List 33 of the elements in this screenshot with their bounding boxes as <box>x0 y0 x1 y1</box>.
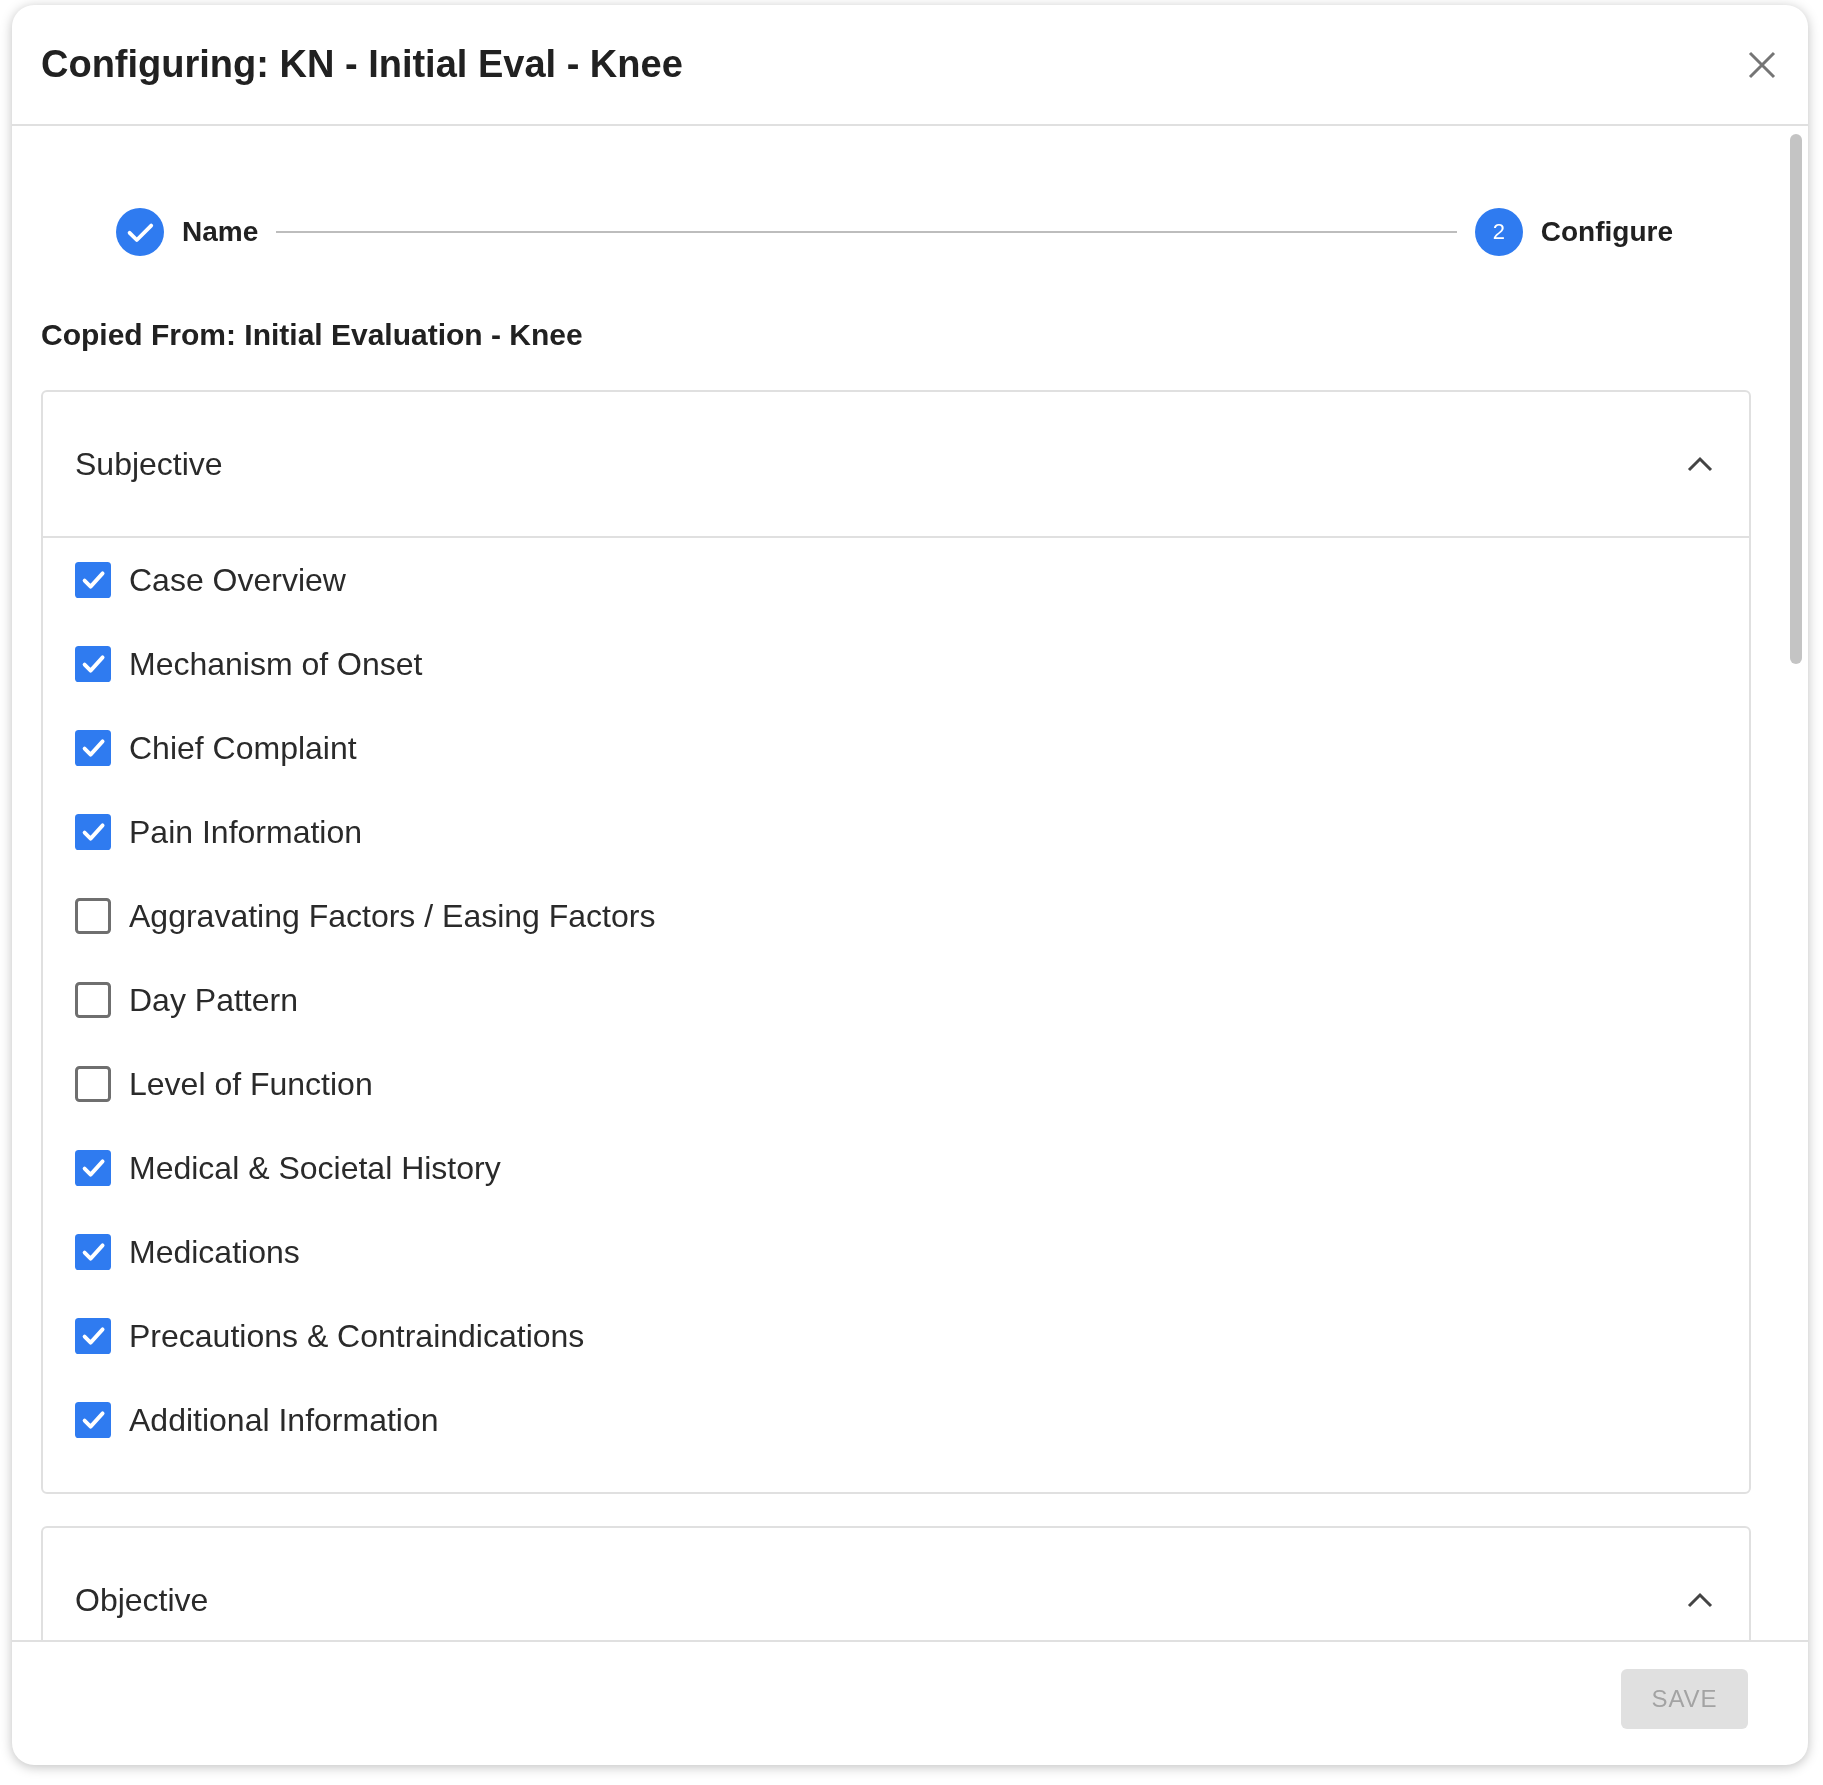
checkbox[interactable] <box>75 646 111 682</box>
section-title: Objective <box>75 1581 209 1619</box>
checkbox[interactable] <box>75 562 111 598</box>
checkbox-label: Chief Complaint <box>129 729 357 767</box>
step-label: Name <box>182 216 259 248</box>
close-icon[interactable] <box>1748 50 1776 79</box>
scrollbar-thumb[interactable] <box>1790 134 1802 664</box>
step-number: 2 <box>1474 208 1523 256</box>
checkbox[interactable] <box>75 982 111 1018</box>
checkbox-label: Medical & Societal History <box>129 1149 501 1187</box>
checkbox[interactable] <box>75 1318 111 1354</box>
chevron-icon[interactable] <box>1687 1592 1713 1608</box>
checkbox-label: Level of Function <box>129 1065 373 1103</box>
chevron-icon[interactable] <box>1687 456 1713 472</box>
checkbox[interactable] <box>75 1066 111 1102</box>
checkbox[interactable] <box>75 898 111 934</box>
section-title: Subjective <box>75 445 223 483</box>
checkbox-label: Case Overview <box>129 561 346 599</box>
checkbox-label: Medications <box>129 1233 300 1271</box>
checkbox-label: Mechanism of Onset <box>129 645 423 683</box>
checkbox[interactable] <box>75 814 111 850</box>
checkbox[interactable] <box>75 730 111 766</box>
step-label: Configure <box>1540 216 1673 248</box>
checkbox-label: Precautions & Contraindications <box>129 1317 585 1355</box>
checkbox[interactable] <box>75 1150 111 1186</box>
checkbox[interactable] <box>75 1402 111 1438</box>
copied-from-text: Copied From: Initial Evaluation - Knee <box>41 318 584 352</box>
checkbox-label: Pain Information <box>129 813 362 851</box>
checkbox-label: Aggravating Factors / Easing Factors <box>129 897 656 935</box>
checkbox[interactable] <box>75 1234 111 1270</box>
checkbox-label: Additional Information <box>129 1401 439 1439</box>
checkbox-label: Day Pattern <box>129 981 298 1019</box>
dialog-title: Configuring: KN - Initial Eval - Knee <box>41 43 683 86</box>
